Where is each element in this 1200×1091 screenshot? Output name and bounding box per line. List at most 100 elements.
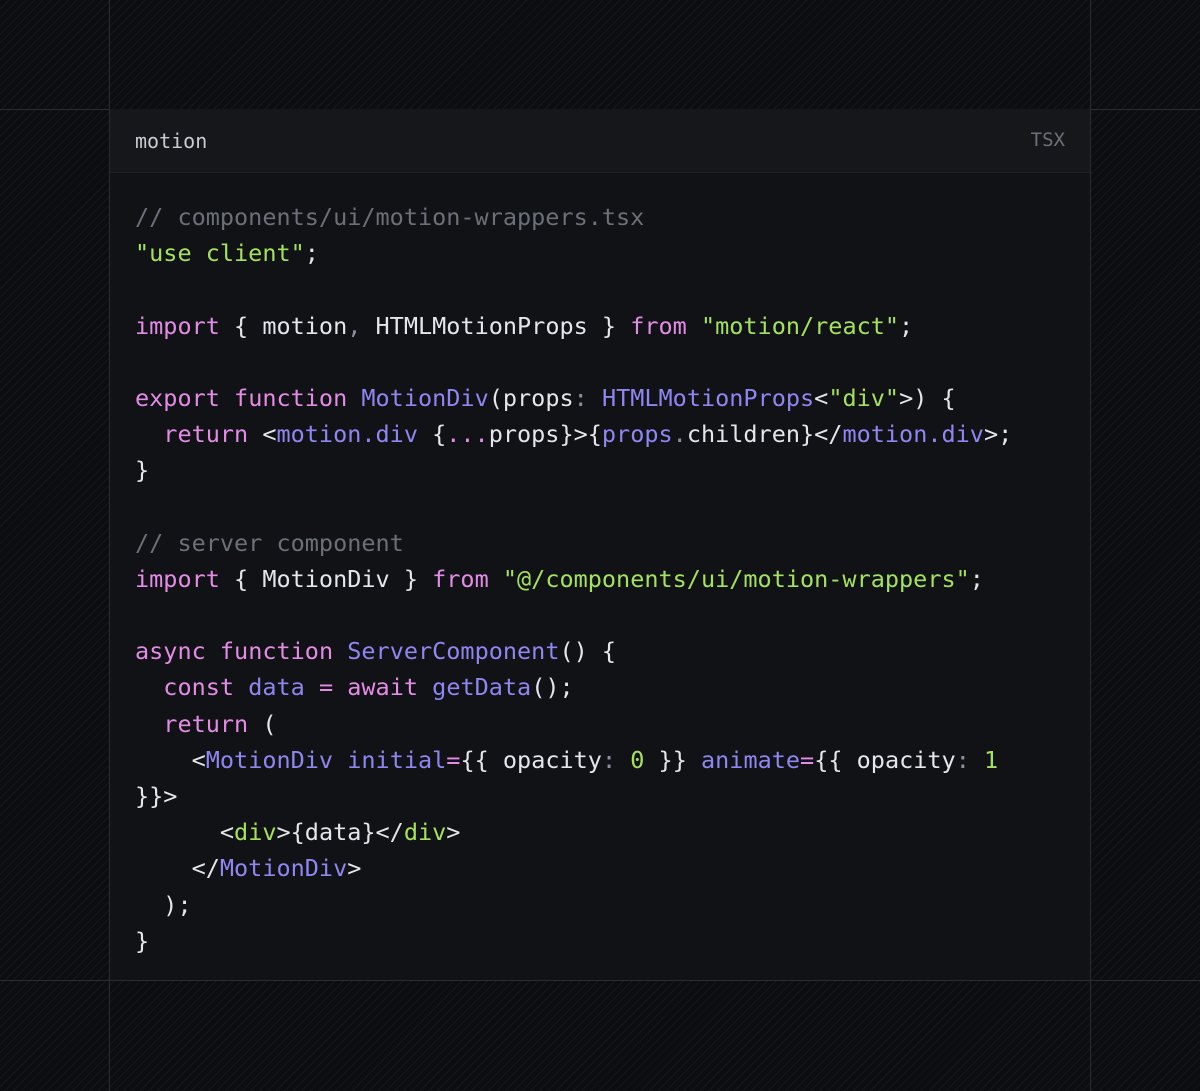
code-language-label: TSX	[1030, 129, 1065, 151]
code-token: children}</	[686, 420, 843, 449]
code-token: () {	[559, 637, 617, 666]
code-token: ;	[969, 564, 984, 593]
code-line: return (	[135, 706, 1012, 742]
code-token: // server component	[135, 528, 404, 557]
code-token: async	[135, 637, 206, 666]
code-token: ;	[304, 239, 319, 268]
code-token: props	[601, 420, 673, 449]
code-token: }}	[644, 745, 701, 774]
code-token: <	[814, 383, 829, 412]
code-token: MotionDiv	[219, 854, 348, 883]
code-block: motion TSX // components/ui/motion-wrapp…	[110, 109, 1090, 980]
code-token: <	[135, 745, 206, 774]
code-token: function	[234, 383, 348, 412]
code-line: }	[135, 923, 1012, 959]
code-token: 0	[630, 745, 645, 774]
code-token: motion.div	[842, 420, 984, 449]
code-token: :	[573, 383, 588, 412]
code-token: }	[135, 926, 150, 955]
code-token: (	[248, 709, 277, 738]
code-token: "@/components/ui/motion-wrappers"	[502, 564, 970, 593]
code-token: "motion/react"	[700, 311, 900, 340]
code-token: >	[347, 854, 362, 883]
code-token: // components/ui/motion-wrappers.tsx	[135, 203, 645, 231]
code-token: .	[672, 420, 687, 449]
code-token: from	[630, 311, 687, 340]
code-token: >;	[983, 420, 1013, 449]
code-token: div	[234, 818, 277, 847]
code-token: initial	[347, 745, 447, 774]
code-block-header: motion TSX	[110, 109, 1090, 173]
code-line: <div>{data}</div>	[135, 814, 1012, 850]
guide-line-bottom	[0, 980, 1200, 981]
guide-line-right	[1090, 0, 1091, 1091]
code-token: props}>{	[488, 420, 602, 449]
code-token: from	[432, 564, 489, 593]
code-line: const data = await getData();	[135, 669, 1012, 705]
code-token: =	[318, 673, 334, 702]
code-token: data	[248, 673, 305, 702]
code-line: import { motion, HTMLMotionProps } from …	[135, 308, 1012, 344]
code-token: </	[135, 854, 220, 883]
code-token: >{data}</	[276, 818, 404, 847]
code-token: ,	[347, 311, 362, 340]
code-token: ServerComponent	[347, 637, 560, 666]
code-token: getData	[432, 673, 532, 702]
code-token: <	[248, 420, 277, 449]
code-line: );	[135, 887, 1012, 923]
code-line: async function ServerComponent() {	[135, 633, 1012, 669]
code-token: return	[163, 709, 249, 738]
code-line: <MotionDiv initial ={{ opacity: 0 }} anim…	[135, 742, 1012, 778]
code-line: }	[135, 452, 1012, 488]
code-line: export function MotionDiv(props: HTMLMot…	[135, 380, 1012, 416]
code-token: );	[135, 890, 192, 919]
code-token: import	[135, 564, 220, 593]
code-line: }}>	[135, 778, 1012, 814]
code-token: HTMLMotionProps }	[361, 311, 631, 340]
code-line: import { MotionDiv } from "@/components/…	[135, 561, 1012, 597]
code-line: "use client";	[135, 235, 1012, 271]
code-token: export	[135, 383, 220, 412]
code-token: {	[417, 420, 447, 449]
code-token: >) {	[899, 383, 956, 412]
code-line: return <motion.div {...props}>{props.chi…	[135, 416, 1012, 452]
code-token: div	[403, 818, 447, 847]
code-token: }	[135, 456, 150, 485]
code-token: >	[446, 818, 461, 847]
code-token: ();	[531, 673, 574, 702]
code-token: "use client"	[135, 239, 305, 268]
code-token: (props	[488, 383, 574, 412]
code-token: :	[955, 745, 970, 774]
code-token: animate	[701, 745, 801, 774]
code-content[interactable]: // components/ui/motion-wrappers.tsx "use…	[135, 199, 1012, 959]
code-token: const	[163, 673, 235, 702]
code-token: HTMLMotionProps	[601, 383, 815, 412]
code-token: { MotionDiv }	[219, 564, 433, 593]
code-token: {{ opacity	[814, 745, 956, 774]
code-token: MotionDiv	[205, 745, 334, 774]
code-token: "div"	[828, 383, 900, 412]
code-token: <	[135, 818, 235, 847]
code-token: await	[347, 673, 419, 702]
code-token: motion.div	[276, 420, 418, 449]
code-token: =	[800, 745, 815, 774]
